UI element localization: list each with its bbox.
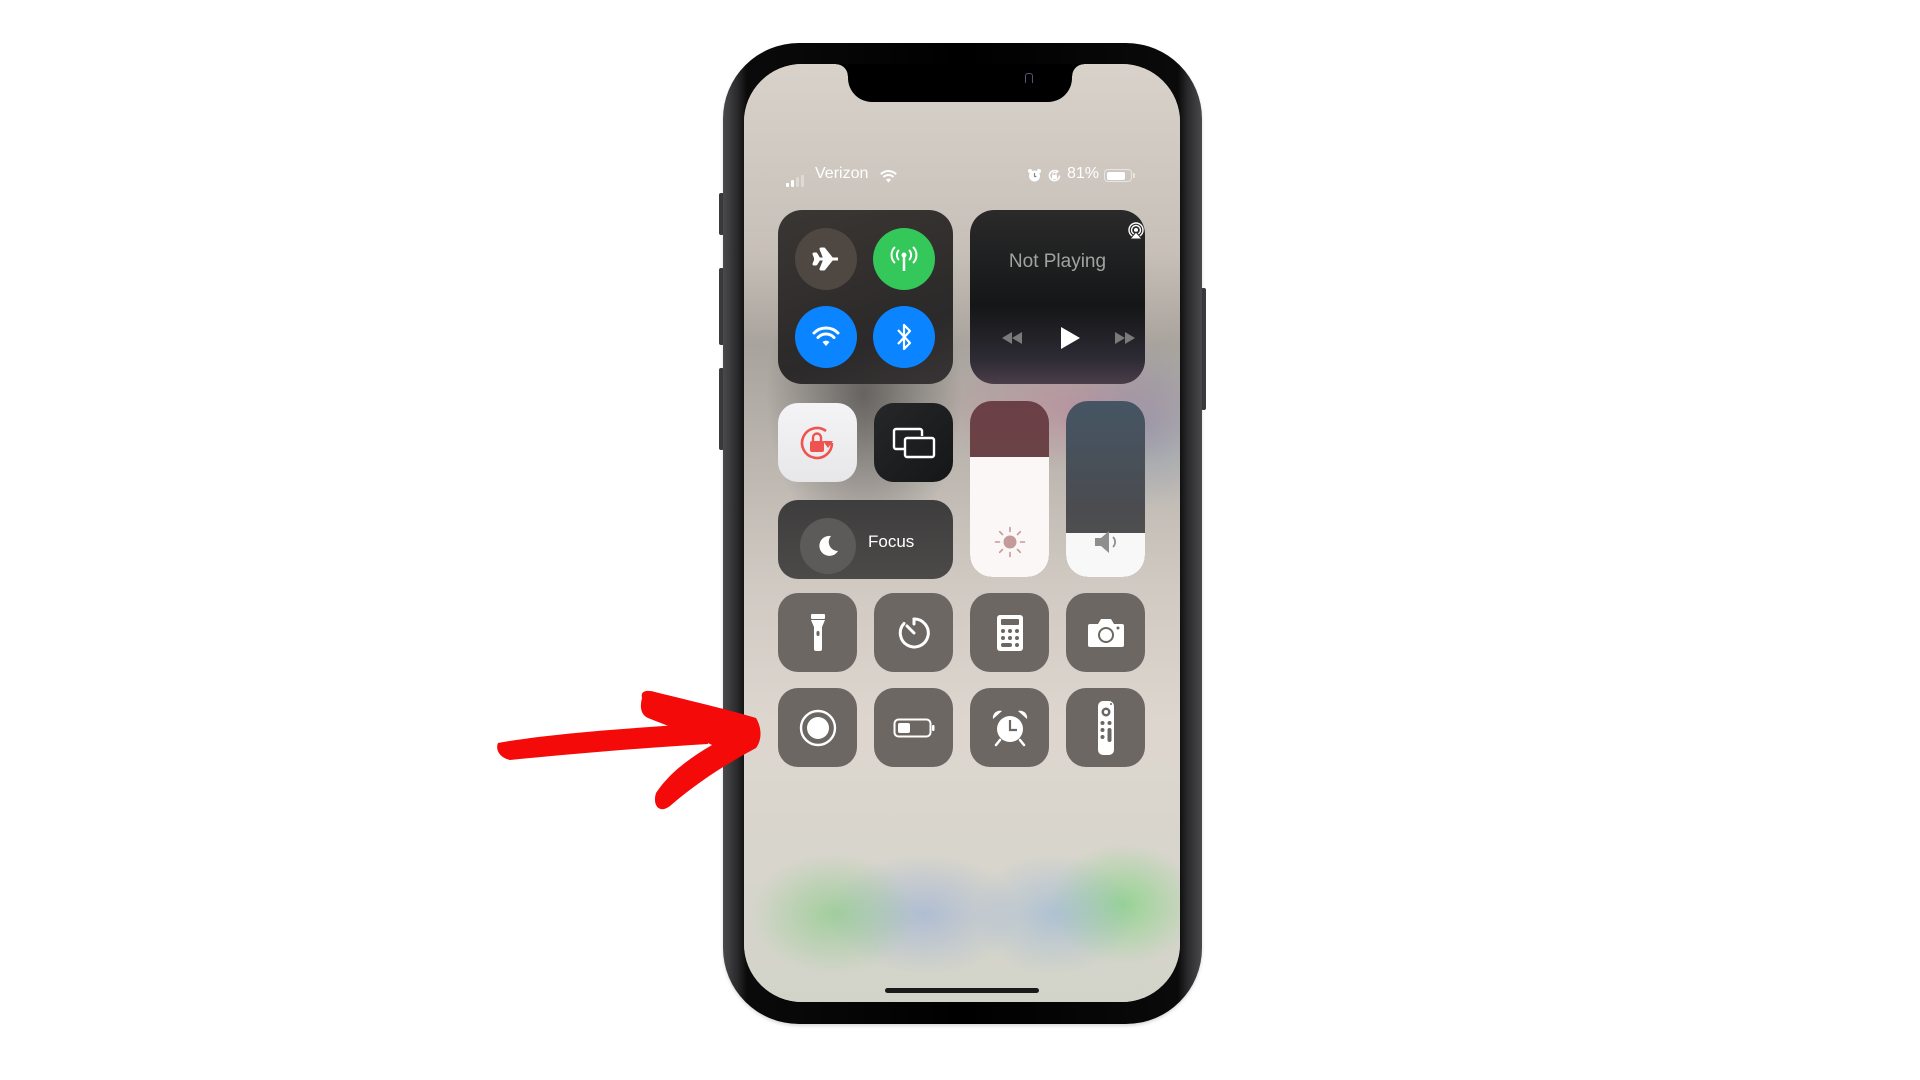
airplane-mode-toggle[interactable] <box>795 228 857 290</box>
focus-icon-circle <box>800 518 856 574</box>
brightness-slider[interactable] <box>970 401 1049 577</box>
wifi-toggle[interactable] <box>795 306 857 368</box>
timer-button[interactable] <box>874 593 953 672</box>
airplane-icon <box>812 247 838 271</box>
speaker-icon <box>1095 531 1116 553</box>
moon-icon <box>819 535 838 556</box>
red-arrow-annotation <box>497 690 761 810</box>
rewind-icon <box>1002 332 1022 344</box>
play-button[interactable] <box>1059 326 1081 355</box>
low-power-mode-toggle[interactable] <box>874 688 953 767</box>
fast-forward-icon <box>1115 332 1135 344</box>
orientation-lock-toggle[interactable] <box>778 403 857 482</box>
alarm-status-icon <box>1027 168 1042 188</box>
calculator-button[interactable] <box>970 593 1049 672</box>
signal-icon <box>786 175 808 187</box>
carrier-name: Verizon <box>815 165 869 182</box>
focus-label: Focus <box>868 532 915 551</box>
now-playing-title: Not Playing <box>1008 251 1107 272</box>
apple-tv-remote-button[interactable] <box>1066 688 1145 767</box>
bluetooth-toggle[interactable] <box>873 306 935 368</box>
cellular-antenna-icon <box>890 246 918 271</box>
volume-slider[interactable] <box>1066 401 1145 577</box>
flashlight-button[interactable] <box>778 593 857 672</box>
fast-forward-button[interactable] <box>1113 330 1137 351</box>
sun-icon <box>994 526 1026 558</box>
screen-record-icon <box>799 709 836 746</box>
screen-mirroring-icon <box>892 427 935 458</box>
rewind-button[interactable] <box>1000 330 1024 351</box>
home-indicator[interactable] <box>885 988 1039 993</box>
brightness-level-fill <box>970 457 1049 577</box>
screen-recording-button[interactable] <box>778 688 857 767</box>
airplay-icon <box>1128 222 1144 240</box>
battery-icon <box>1104 169 1132 182</box>
wifi-icon <box>812 326 840 346</box>
rotation-lock-status-icon <box>1047 168 1062 188</box>
wifi-status-icon <box>880 170 897 188</box>
alarm-button[interactable] <box>970 688 1049 767</box>
notch <box>836 64 1084 102</box>
now-playing-panel <box>970 210 1145 384</box>
arrow-head <box>640 690 761 810</box>
airplay-button[interactable] <box>1127 222 1145 245</box>
play-icon <box>1061 327 1080 349</box>
battery-level-fill <box>1106 171 1126 180</box>
battery-percent: 81% <box>1067 165 1100 182</box>
timer-icon <box>898 616 930 648</box>
tv-remote-icon <box>1097 700 1114 755</box>
camera-button[interactable] <box>1066 593 1145 672</box>
battery-tip <box>1133 173 1135 178</box>
bluetooth-icon <box>897 323 912 351</box>
front-sensor <box>1025 73 1033 83</box>
orientation-lock-icon <box>800 426 833 459</box>
flashlight-icon <box>810 613 825 651</box>
calculator-icon <box>996 614 1023 651</box>
alarm-clock-icon <box>992 710 1027 746</box>
cellular-data-toggle[interactable] <box>873 228 935 290</box>
low-battery-icon <box>893 718 934 737</box>
camera-icon <box>1087 618 1124 647</box>
screen-mirroring-button[interactable] <box>874 403 953 482</box>
